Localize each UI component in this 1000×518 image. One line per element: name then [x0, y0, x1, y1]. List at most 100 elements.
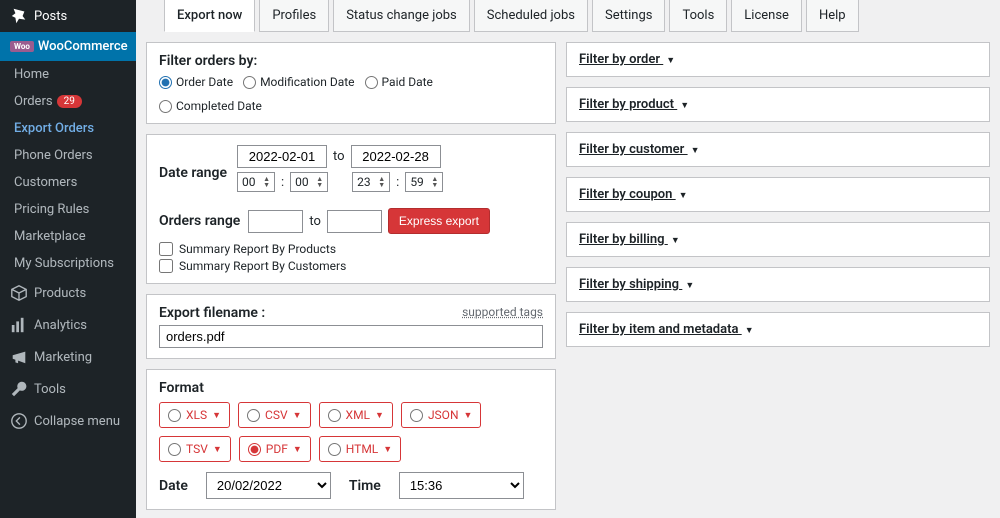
panel-filter-by-billing: Filter by billing ▼ — [566, 222, 990, 257]
main-content: Export nowProfilesStatus change jobsSche… — [136, 0, 1000, 518]
filename-label: Export filename : — [159, 305, 265, 321]
filter-toggle-filter-by-order[interactable]: Filter by order ▼ — [579, 52, 675, 67]
filter-radio-order-date[interactable]: Order Date — [159, 75, 233, 89]
sidebar-item-products[interactable]: Products — [0, 277, 136, 309]
tab-license[interactable]: License — [731, 0, 802, 32]
filter-toggle-filter-by-item-and-metadata[interactable]: Filter by item and metadata ▼ — [579, 322, 754, 337]
orders-to-input[interactable] — [327, 210, 382, 233]
sidebar-sub-home[interactable]: Home — [0, 61, 136, 88]
date-from-input[interactable] — [237, 145, 327, 168]
wrench-icon — [10, 380, 28, 398]
caret-down-icon: ▼ — [464, 410, 473, 421]
checkbox-summary-report-by-products[interactable]: Summary Report By Products — [159, 242, 543, 256]
panel-filter-by-customer: Filter by customer ▼ — [566, 132, 990, 167]
filter-toggle-filter-by-product[interactable]: Filter by product ▼ — [579, 97, 689, 112]
tabs: Export nowProfilesStatus change jobsSche… — [146, 0, 990, 42]
format-html[interactable]: HTML ▼ — [319, 436, 401, 462]
express-export-button[interactable]: Express export — [388, 208, 490, 234]
filter-toggle-filter-by-billing[interactable]: Filter by billing ▼ — [579, 232, 680, 247]
format-csv[interactable]: CSV ▼ — [238, 402, 311, 428]
hour-from-spinner[interactable]: 00▲▼ — [237, 172, 275, 192]
caret-down-icon: ▼ — [212, 410, 221, 421]
format-xml[interactable]: XML ▼ — [319, 402, 393, 428]
checkbox-summary-report-by-customers[interactable]: Summary Report By Customers — [159, 259, 543, 273]
panel-filter-by-product: Filter by product ▼ — [566, 87, 990, 122]
orders-count-badge: 29 — [57, 95, 82, 108]
sidebar-sub-marketplace[interactable]: Marketplace — [0, 223, 136, 250]
panel-filter-by-shipping: Filter by shipping ▼ — [566, 267, 990, 302]
filename-input[interactable] — [159, 325, 543, 348]
sidebar-sub-phone-orders[interactable]: Phone Orders — [0, 142, 136, 169]
sidebar-item-collapse-menu[interactable]: Collapse menu — [0, 405, 136, 437]
date-range-label: Date range — [159, 165, 227, 181]
caret-down-icon: ▼ — [666, 55, 675, 66]
format-time-label: Time — [349, 478, 381, 494]
format-label: Format — [159, 380, 543, 396]
filter-radio-modification-date[interactable]: Modification Date — [243, 75, 354, 89]
sidebar-item-marketing[interactable]: Marketing — [0, 341, 136, 373]
filter-toggle-filter-by-coupon[interactable]: Filter by coupon ▼ — [579, 187, 688, 202]
caret-down-icon: ▼ — [685, 280, 694, 291]
sidebar-sub-orders[interactable]: Orders29 — [0, 88, 136, 115]
format-time-select[interactable]: 15:36 — [399, 472, 524, 499]
sidebar-sub-customers[interactable]: Customers — [0, 169, 136, 196]
format-tsv[interactable]: TSV ▼ — [159, 436, 231, 462]
tab-tools[interactable]: Tools — [669, 0, 727, 32]
collapse-icon — [10, 412, 28, 430]
supported-tags-link[interactable]: supported tags — [462, 305, 543, 319]
filter-radio-paid-date[interactable]: Paid Date — [365, 75, 433, 89]
filter-by-panel: Filter orders by: Order Date Modification… — [146, 42, 556, 124]
sidebar-sub-export-orders[interactable]: Export Orders — [0, 115, 136, 142]
format-panel: Format XLS ▼ CSV ▼ XML ▼ JSON ▼ TSV ▼ PDF ▼ HT… — [146, 369, 556, 510]
tab-scheduled-jobs[interactable]: Scheduled jobs — [474, 0, 588, 32]
filter-radio-completed-date[interactable]: Completed Date — [159, 99, 262, 113]
sidebar-item-woocommerce[interactable]: WooWooCommerce — [0, 32, 136, 61]
sidebar-item-analytics[interactable]: Analytics — [0, 309, 136, 341]
mega-icon — [10, 348, 28, 366]
sidebar: PostsWooWooCommerceHomeOrders29Export Or… — [0, 0, 136, 518]
chart-icon — [10, 316, 28, 334]
panel-filter-by-order: Filter by order ▼ — [566, 42, 990, 77]
caret-down-icon: ▼ — [745, 325, 754, 336]
format-date-select[interactable]: 20/02/2022 — [206, 472, 331, 499]
woo-icon: Woo — [10, 41, 34, 52]
filter-toggle-filter-by-shipping[interactable]: Filter by shipping ▼ — [579, 277, 694, 292]
hour-to-spinner[interactable]: 23▲▼ — [352, 172, 390, 192]
caret-down-icon: ▼ — [293, 444, 302, 455]
panel-filter-by-item-and-metadata: Filter by item and metadata ▼ — [566, 312, 990, 347]
pin-icon — [10, 7, 28, 25]
to-text: to — [333, 149, 345, 164]
range-panel: Date range to 00▲▼ : 00▲▼ — [146, 134, 556, 284]
caret-down-icon: ▼ — [679, 190, 688, 201]
caret-down-icon: ▼ — [680, 100, 689, 111]
box-icon — [10, 284, 28, 302]
sidebar-sub-pricing-rules[interactable]: Pricing Rules — [0, 196, 136, 223]
format-date-label: Date — [159, 478, 188, 494]
caret-down-icon: ▼ — [375, 410, 384, 421]
tab-settings[interactable]: Settings — [592, 0, 665, 32]
tab-export-now[interactable]: Export now — [164, 0, 255, 32]
format-json[interactable]: JSON ▼ — [401, 402, 481, 428]
filter-radios: Order Date Modification Date Paid Date Comp… — [159, 75, 543, 113]
tab-profiles[interactable]: Profiles — [259, 0, 329, 32]
filename-panel: Export filename : supported tags — [146, 294, 556, 359]
caret-down-icon: ▼ — [383, 444, 392, 455]
format-xls[interactable]: XLS ▼ — [159, 402, 230, 428]
sidebar-item-posts[interactable]: Posts — [0, 0, 136, 32]
tab-help[interactable]: Help — [806, 0, 859, 32]
min-to-spinner[interactable]: 59▲▼ — [405, 172, 443, 192]
caret-down-icon: ▼ — [691, 145, 700, 156]
sidebar-sub-my-subscriptions[interactable]: My Subscriptions — [0, 250, 136, 277]
date-to-input[interactable] — [351, 145, 441, 168]
caret-down-icon: ▼ — [671, 235, 680, 246]
format-pdf[interactable]: PDF ▼ — [239, 436, 311, 462]
caret-down-icon: ▼ — [213, 444, 222, 455]
caret-down-icon: ▼ — [293, 410, 302, 421]
panel-filter-by-coupon: Filter by coupon ▼ — [566, 177, 990, 212]
filter-toggle-filter-by-customer[interactable]: Filter by customer ▼ — [579, 142, 700, 157]
filter-title: Filter orders by: — [159, 53, 543, 69]
min-from-spinner[interactable]: 00▲▼ — [290, 172, 328, 192]
sidebar-item-tools[interactable]: Tools — [0, 373, 136, 405]
orders-from-input[interactable] — [248, 210, 303, 233]
tab-status-change-jobs[interactable]: Status change jobs — [333, 0, 470, 32]
